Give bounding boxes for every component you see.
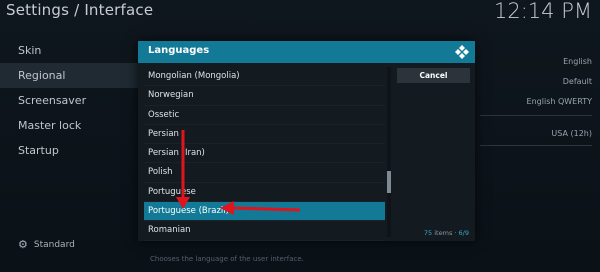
settings-level-label: Standard	[33, 239, 75, 250]
sidebar-item-regional[interactable]: Regional	[0, 63, 140, 88]
setting-value-region[interactable]: USA (12h)	[551, 129, 592, 138]
item-count-text: items ·	[432, 229, 459, 237]
sidebar: Skin Regional Screensaver Master lock St…	[0, 38, 140, 163]
list-item[interactable]: Persian (Iran)	[144, 144, 385, 164]
list-item[interactable]: Romanian	[144, 221, 385, 241]
list-item[interactable]: Ossetic	[144, 106, 385, 125]
list-item[interactable]: Mongolian (Mongolia)	[144, 67, 385, 87]
setting-value-language[interactable]: English	[563, 57, 592, 66]
sidebar-item-startup[interactable]: Startup	[0, 138, 140, 163]
sidebar-item-skin[interactable]: Skin	[0, 38, 140, 63]
footer-hint: Chooses the language of the user interfa…	[150, 255, 304, 263]
scrollbar-thumb[interactable]	[387, 171, 391, 193]
dialog-title: Languages	[148, 45, 210, 56]
list-item-selected[interactable]: Portuguese (Brazil)	[144, 202, 385, 222]
dialog-header: Languages	[138, 41, 475, 63]
cancel-button[interactable]: Cancel	[397, 68, 470, 83]
item-count: 75 items · 6/9	[424, 229, 469, 237]
list-item[interactable]: Norwegian	[144, 86, 385, 106]
divider	[480, 145, 592, 146]
clock: 12:14 PM	[494, 0, 592, 23]
item-count-number: 75	[423, 229, 433, 237]
gear-icon: ⚙	[18, 238, 28, 251]
page-title: Settings / Interface	[6, 1, 154, 19]
list-item[interactable]: Portuguese	[144, 183, 385, 203]
sidebar-item-screensaver[interactable]: Screensaver	[0, 88, 140, 113]
divider	[480, 115, 592, 116]
settings-level-button[interactable]: ⚙ Standard	[18, 238, 75, 251]
setting-value-charset[interactable]: Default	[563, 77, 592, 86]
list-item[interactable]: Persian	[144, 125, 385, 145]
scrollbar[interactable]	[387, 67, 391, 237]
page-indicator: 6/9	[458, 229, 469, 237]
language-list: Mongolian (Mongolia) Norwegian Ossetic P…	[144, 67, 385, 241]
setting-value-keyboard[interactable]: English QWERTY	[527, 97, 592, 106]
list-item[interactable]: Polish	[144, 163, 385, 183]
sidebar-item-master-lock[interactable]: Master lock	[0, 113, 140, 138]
languages-dialog: Languages Mongolian (Mongolia) Norwegian…	[138, 41, 475, 241]
kodi-logo-icon	[455, 45, 469, 59]
